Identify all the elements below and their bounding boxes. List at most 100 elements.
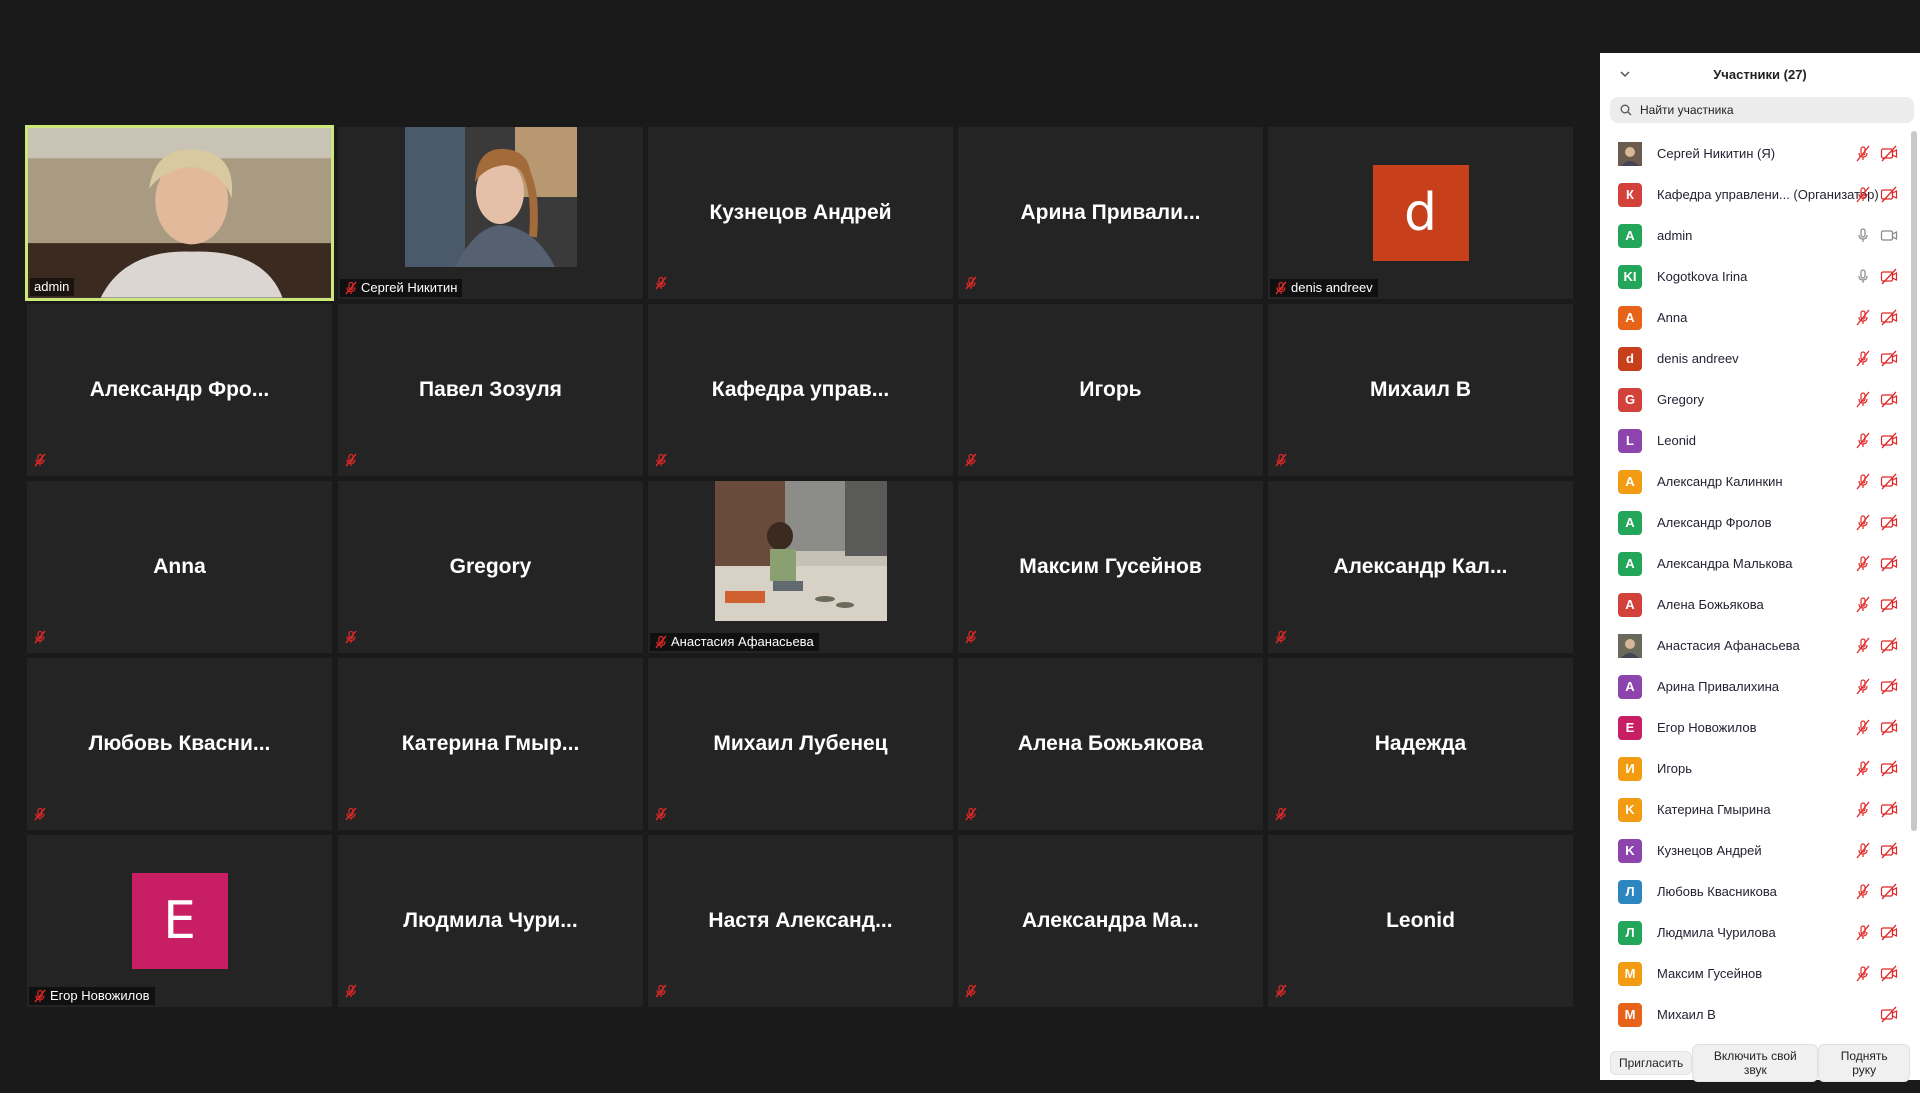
participant-name: Leonid: [1386, 909, 1455, 932]
mic-muted-icon[interactable]: [1854, 391, 1872, 408]
video-off-icon[interactable]: [1880, 514, 1898, 531]
participant-row[interactable]: M Максим Гусейнов: [1600, 953, 1908, 994]
participant-row[interactable]: Aadmin: [1600, 215, 1908, 256]
video-tile[interactable]: d denis andreev: [1268, 127, 1573, 299]
video-off-icon[interactable]: [1880, 637, 1898, 654]
video-tile[interactable]: E Егор Новожилов: [27, 835, 332, 1007]
video-tile[interactable]: Anna: [27, 481, 332, 653]
video-off-icon[interactable]: [1880, 842, 1898, 859]
video-off-icon[interactable]: [1880, 924, 1898, 941]
mic-muted-icon[interactable]: [1854, 760, 1872, 777]
participant-row[interactable]: A Александр Фролов: [1600, 502, 1908, 543]
mic-icon[interactable]: [1854, 268, 1872, 285]
mic-muted-icon[interactable]: [1854, 514, 1872, 531]
participant-row[interactable]: A Алена Божьякова: [1600, 584, 1908, 625]
video-tile[interactable]: Людмила Чури...: [338, 835, 643, 1007]
video-tile[interactable]: Анастасия Афанасьева: [648, 481, 953, 653]
video-icon[interactable]: [1880, 227, 1898, 244]
mic-muted-icon[interactable]: [1854, 186, 1872, 203]
video-tile[interactable]: Арина Привали...: [958, 127, 1263, 299]
video-off-icon[interactable]: [1880, 883, 1898, 900]
mic-icon[interactable]: [1854, 227, 1872, 244]
video-off-icon[interactable]: [1880, 268, 1898, 285]
mic-muted-icon[interactable]: [1854, 596, 1872, 613]
mic-muted-icon[interactable]: [1854, 965, 1872, 982]
raise-hand-button[interactable]: Поднять руку: [1818, 1044, 1910, 1082]
participant-row[interactable]: A Александра Малькова: [1600, 543, 1908, 584]
mic-muted-icon[interactable]: [1854, 719, 1872, 736]
participant-row[interactable]: G Gregory: [1600, 379, 1908, 420]
video-off-icon[interactable]: [1880, 555, 1898, 572]
video-tile[interactable]: Leonid: [1268, 835, 1573, 1007]
tile-mic-status: [1274, 984, 1288, 1003]
video-off-icon[interactable]: [1880, 965, 1898, 982]
video-tile[interactable]: admin: [25, 125, 334, 301]
participant-row[interactable]: Сергей Никитин (Я): [1600, 133, 1908, 174]
video-tile[interactable]: Михаил Лубенец: [648, 658, 953, 830]
video-tile[interactable]: Катерина Гмыр...: [338, 658, 643, 830]
video-tile[interactable]: Кузнецов Андрей: [648, 127, 953, 299]
participant-status-icons: [1854, 924, 1898, 941]
participant-row[interactable]: Анастасия Афанасьева: [1600, 625, 1908, 666]
video-tile[interactable]: Сергей Никитин: [338, 127, 643, 299]
video-tile[interactable]: Алена Божьякова: [958, 658, 1263, 830]
video-off-icon[interactable]: [1880, 678, 1898, 695]
participant-row[interactable]: A Арина Привалихина: [1600, 666, 1908, 707]
video-tile[interactable]: Gregory: [338, 481, 643, 653]
video-off-icon[interactable]: [1880, 473, 1898, 490]
mic-muted-icon[interactable]: [1854, 924, 1872, 941]
video-tile[interactable]: Михаил В: [1268, 304, 1573, 476]
mic-muted-icon[interactable]: [1854, 842, 1872, 859]
participant-row[interactable]: K Катерина Гмырина: [1600, 789, 1908, 830]
participant-row[interactable]: M Михаил В: [1600, 994, 1908, 1035]
video-off-icon[interactable]: [1880, 1006, 1898, 1023]
video-tile[interactable]: Любовь Квасни...: [27, 658, 332, 830]
participant-row[interactable]: E Егор Новожилов: [1600, 707, 1908, 748]
video-tile[interactable]: Александр Фро...: [27, 304, 332, 476]
mic-muted-icon[interactable]: [1854, 637, 1872, 654]
video-tile[interactable]: Игорь: [958, 304, 1263, 476]
participant-search[interactable]: [1610, 97, 1914, 123]
participant-row[interactable]: d denis andreev: [1600, 338, 1908, 379]
participant-row[interactable]: KI Kogotkova Irina: [1600, 256, 1908, 297]
video-tile[interactable]: Максим Гусейнов: [958, 481, 1263, 653]
participant-row[interactable]: И Игорь: [1600, 748, 1908, 789]
video-off-icon[interactable]: [1880, 432, 1898, 449]
mic-muted-icon[interactable]: [1854, 350, 1872, 367]
video-off-icon[interactable]: [1880, 801, 1898, 818]
video-tile[interactable]: Кафедра управ...: [648, 304, 953, 476]
video-off-icon[interactable]: [1880, 145, 1898, 162]
scrollbar[interactable]: [1911, 131, 1917, 831]
video-off-icon[interactable]: [1880, 186, 1898, 203]
video-off-icon[interactable]: [1880, 309, 1898, 326]
mic-muted-icon[interactable]: [1854, 678, 1872, 695]
participant-name: Любовь Квасни...: [88, 732, 271, 755]
participant-row[interactable]: L Leonid: [1600, 420, 1908, 461]
video-tile[interactable]: Павел Зозуля: [338, 304, 643, 476]
video-off-icon[interactable]: [1880, 350, 1898, 367]
mic-muted-icon[interactable]: [1854, 883, 1872, 900]
mic-muted-icon[interactable]: [1854, 145, 1872, 162]
video-off-icon[interactable]: [1880, 596, 1898, 613]
video-off-icon[interactable]: [1880, 760, 1898, 777]
mic-muted-icon[interactable]: [1854, 801, 1872, 818]
mic-muted-icon[interactable]: [1854, 555, 1872, 572]
participant-row[interactable]: K Кузнецов Андрей: [1600, 830, 1908, 871]
unmute-self-button[interactable]: Включить свой звук: [1692, 1044, 1819, 1082]
video-off-icon[interactable]: [1880, 719, 1898, 736]
video-tile[interactable]: Александр Кал...: [1268, 481, 1573, 653]
mic-muted-icon[interactable]: [1854, 473, 1872, 490]
search-input[interactable]: [1638, 102, 1902, 118]
mic-muted-icon[interactable]: [1854, 432, 1872, 449]
participant-row[interactable]: A Anna: [1600, 297, 1908, 338]
mic-muted-icon[interactable]: [1854, 309, 1872, 326]
participant-row[interactable]: Л Людмила Чурилова: [1600, 912, 1908, 953]
video-tile[interactable]: Надежда: [1268, 658, 1573, 830]
video-tile[interactable]: Александра Ма...: [958, 835, 1263, 1007]
participant-row[interactable]: Л Любовь Квасникова: [1600, 871, 1908, 912]
video-off-icon[interactable]: [1880, 391, 1898, 408]
invite-button[interactable]: Пригласить: [1610, 1051, 1693, 1075]
video-tile[interactable]: Настя Александ...: [648, 835, 953, 1007]
participant-row[interactable]: A Александр Калинкин: [1600, 461, 1908, 502]
participant-row[interactable]: К Кафедра управлени... (Организатор): [1600, 174, 1908, 215]
